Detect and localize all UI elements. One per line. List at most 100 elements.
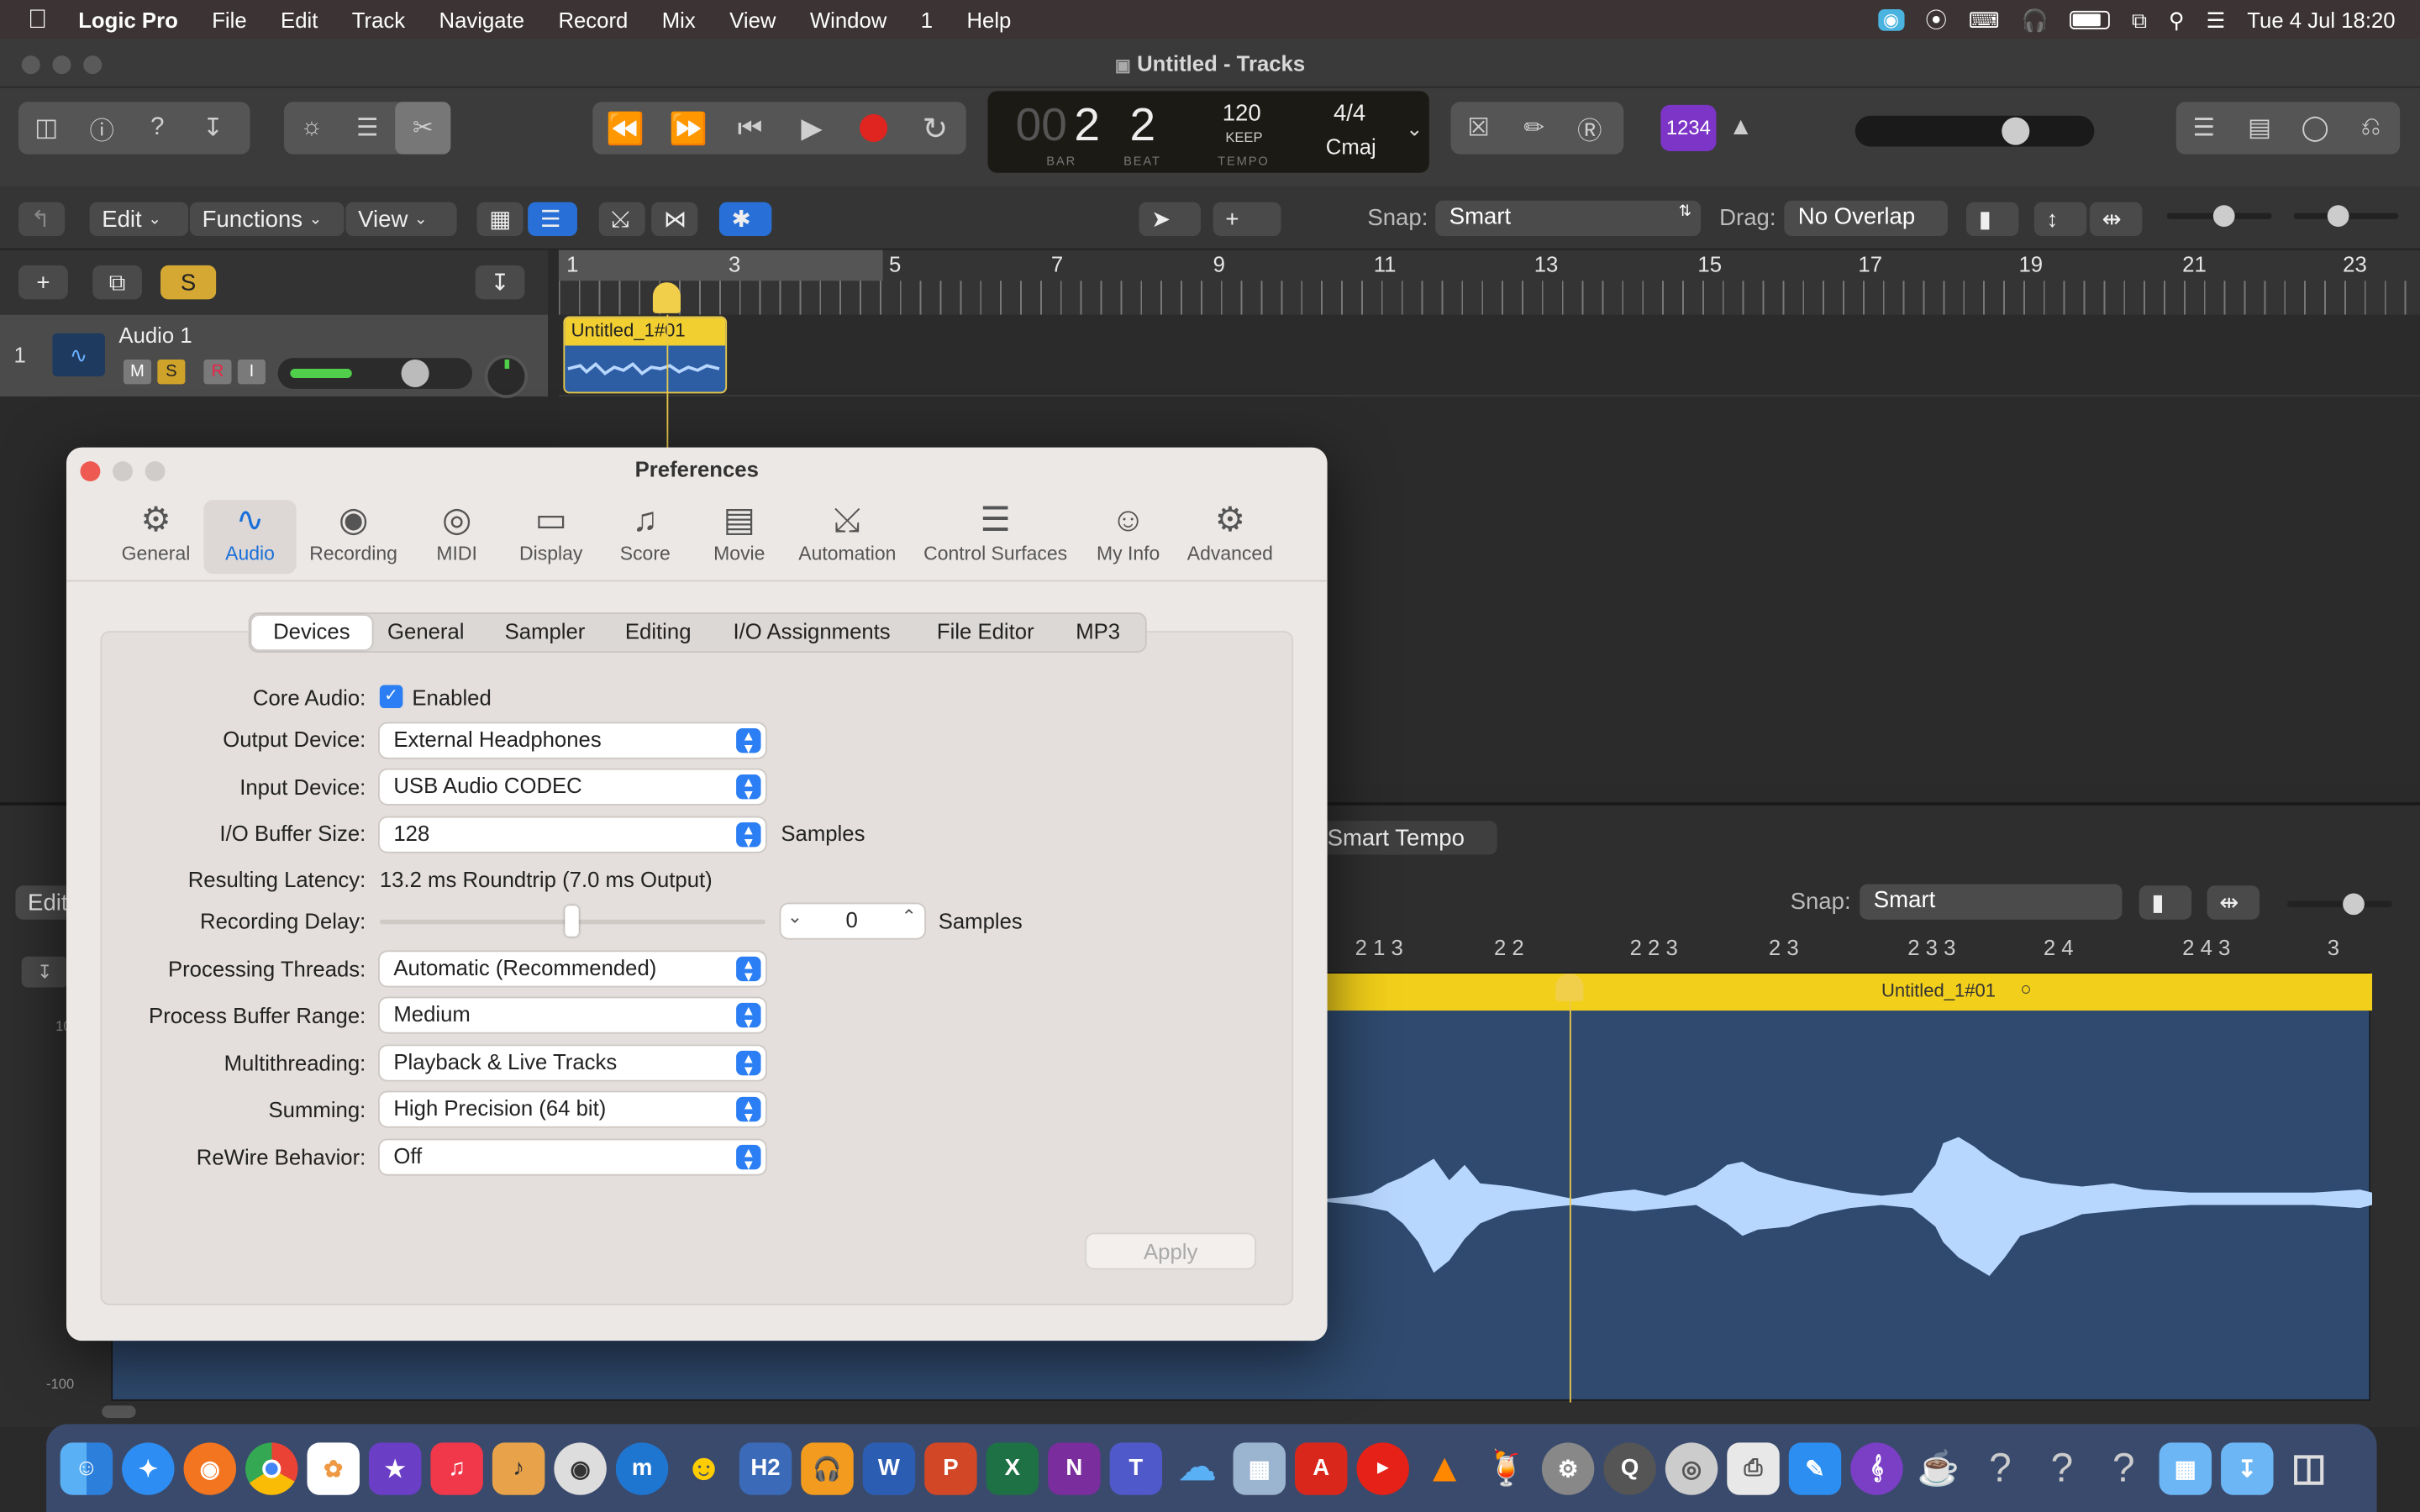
apply-button[interactable]: Apply (1086, 1234, 1255, 1268)
menu-edit[interactable]: Edit (281, 7, 318, 31)
menu-navigate[interactable]: Navigate (439, 7, 525, 31)
master-volume-slider[interactable] (1854, 115, 2095, 147)
drag-select[interactable]: No Overlap (1784, 200, 1948, 237)
list-editors-icon[interactable]: ☰ (2176, 102, 2232, 154)
tab-control-surfaces[interactable]: ☰ Control Surfaces (915, 500, 1076, 574)
unknown-icon[interactable]: ? (1974, 1441, 2026, 1494)
tuner-icon[interactable]: ✏ (1507, 102, 1562, 154)
functions-menu[interactable]: Functions ⌄ (189, 202, 345, 237)
subtab-editing[interactable]: Editing (625, 619, 692, 643)
inspector-icon[interactable]: ⓘ (74, 102, 129, 154)
go-to-start-icon[interactable]: ⏮ (719, 102, 781, 154)
track-header[interactable]: 1 ∿ Audio 1 M S R I (0, 314, 549, 398)
search-icon[interactable]: ⚲ (2169, 7, 2185, 33)
play-icon[interactable]: ▶ (781, 102, 842, 154)
logic-icon[interactable]: ◉ (554, 1441, 607, 1494)
airdrop-icon[interactable]: ⦿ (1925, 5, 1947, 36)
horizontal-fit-icon[interactable]: ⇹ (2089, 202, 2143, 237)
vertical-zoom-icon[interactable]: ↕ (2033, 202, 2087, 237)
clock[interactable]: Tue 4 Jul 18:20 (2247, 8, 2395, 32)
vlc-icon[interactable]: ▲ (1418, 1441, 1470, 1494)
youtube-icon[interactable]: ▶ (1356, 1441, 1409, 1494)
editor-catch-icon[interactable]: ↧ (21, 956, 68, 988)
edit-menu[interactable]: Edit ⌄ (89, 202, 189, 237)
record-icon[interactable] (843, 102, 904, 154)
smart-controls-icon[interactable]: ☼ (284, 102, 339, 154)
editor-zoom-slider[interactable] (2287, 893, 2392, 916)
subtab-io-assignments[interactable]: I/O Assignments (733, 619, 890, 643)
editor-playhead-handle[interactable] (1555, 973, 1584, 1002)
pointer-tool[interactable]: ➤ (1139, 202, 1201, 237)
safari-icon[interactable]: ✦ (122, 1441, 175, 1494)
powerpoint-icon[interactable]: P (924, 1441, 977, 1494)
quick-help-icon[interactable]: ? (129, 102, 185, 154)
buffer-size-select[interactable]: 128 ▲ ▼ (379, 817, 766, 852)
tab-automation[interactable]: ⤩ Automation (790, 500, 904, 574)
tab-midi[interactable]: ◎ MIDI (411, 500, 503, 574)
tab-advanced[interactable]: ⚙ Advanced (1177, 500, 1282, 574)
editor-ruler[interactable]: 2 1 3 2 2 2 2 3 2 3 2 3 3 2 4 2 4 3 3 (1328, 932, 2377, 969)
headphones-icon[interactable]: 🎧 (2022, 7, 2049, 33)
input-device-select[interactable]: USB Audio CODEC ▲ ▼ (379, 769, 766, 804)
metronome-icon[interactable]: ▲ (1728, 114, 1753, 142)
timeline-ruler[interactable]: 1 3 5 7 9 11 13 15 17 19 21 23 (558, 249, 2420, 315)
multithreading-select[interactable]: Playback & Live Tracks ▲ ▼ (379, 1046, 766, 1080)
tab-display[interactable]: ▭ Display (505, 500, 597, 574)
apple-icon[interactable]:  (28, 4, 47, 35)
cycle-icon[interactable]: ↻ (904, 102, 965, 154)
menu-1[interactable]: 1 (921, 7, 933, 31)
dvd-icon[interactable]: ◎ (1665, 1441, 1718, 1494)
music-icon[interactable]: ♫ (430, 1441, 483, 1494)
loop-browser-icon[interactable]: ◯ (2287, 102, 2343, 154)
musictheory-icon[interactable]: 𝄞 (1850, 1441, 1903, 1494)
flex-icon[interactable]: ⋈ (651, 202, 698, 237)
menu-file[interactable]: File (212, 7, 246, 31)
editor-snap-select[interactable]: Smart (1860, 884, 2123, 920)
marquee-tool[interactable]: + (1213, 202, 1281, 237)
audio-region[interactable]: Untitled_1#01 (563, 316, 728, 394)
menu-track[interactable]: Track (352, 7, 405, 31)
onedrive-icon[interactable]: ☁ (1171, 1441, 1223, 1494)
cycle-region[interactable] (558, 249, 883, 281)
tab-score[interactable]: ♫ Score (600, 500, 690, 574)
count-in-button[interactable]: 1234 (1660, 104, 1717, 151)
buffer-range-select[interactable]: Medium ▲ ▼ (379, 998, 766, 1032)
audacity-icon[interactable]: 🎧 (801, 1441, 854, 1494)
menu-record[interactable]: Record (558, 7, 628, 31)
screen-mirror-icon[interactable]: ⧉ (2132, 7, 2147, 33)
word-icon[interactable]: W (862, 1441, 916, 1494)
subtab-general[interactable]: General (387, 619, 464, 643)
track-volume-slider[interactable] (277, 358, 473, 389)
grid-view-icon[interactable]: ▦ (476, 202, 523, 237)
quicktime-icon[interactable]: Q (1603, 1441, 1656, 1494)
global-solo-button[interactable]: S (160, 265, 217, 300)
battery-icon[interactable] (2070, 10, 2111, 29)
teams-icon[interactable]: T (1109, 1441, 1163, 1494)
garageband-icon[interactable]: ♪ (492, 1441, 545, 1494)
low-latency-icon[interactable]: ☒ (1451, 102, 1507, 154)
chrome-icon[interactable] (245, 1441, 298, 1494)
smart-tempo-tab[interactable]: Smart Tempo (1314, 821, 1497, 855)
solo-button[interactable]: S (157, 359, 186, 385)
h2-icon[interactable]: H2 (739, 1441, 792, 1494)
browsers-icon[interactable]: ⎌ (2343, 102, 2398, 154)
finder-icon[interactable]: ☺ (60, 1441, 113, 1494)
decrement-icon[interactable]: ⌄ (787, 906, 802, 927)
core-audio-checkbox[interactable]: ✓ (379, 685, 403, 709)
editor-fit-icon[interactable]: ⇹ (2207, 885, 2260, 920)
chevron-down-icon[interactable]: ⌄ (1406, 118, 1423, 142)
menu-help[interactable]: Help (966, 7, 1011, 31)
rewire-select[interactable]: Off ▲ ▼ (379, 1140, 766, 1174)
subtab-file-editor[interactable]: File Editor (937, 619, 1034, 643)
tab-my-info[interactable]: ☺ My Info (1082, 500, 1175, 574)
add-track-button[interactable]: + (18, 265, 68, 300)
keyboard-icon[interactable]: ⌨ (1969, 7, 2000, 33)
menu-window[interactable]: Window (810, 7, 886, 31)
musescore-icon[interactable]: m (615, 1441, 669, 1494)
recording-delay-slider[interactable] (379, 906, 766, 937)
duplicate-track-icon[interactable]: ⧉ (92, 265, 142, 300)
back-icon[interactable]: ↰ (18, 202, 66, 237)
unknown-icon[interactable]: ? (2036, 1441, 2088, 1494)
pages-icon[interactable]: ✎ (1788, 1441, 1842, 1494)
tab-movie[interactable]: ▤ Movie (695, 500, 785, 574)
